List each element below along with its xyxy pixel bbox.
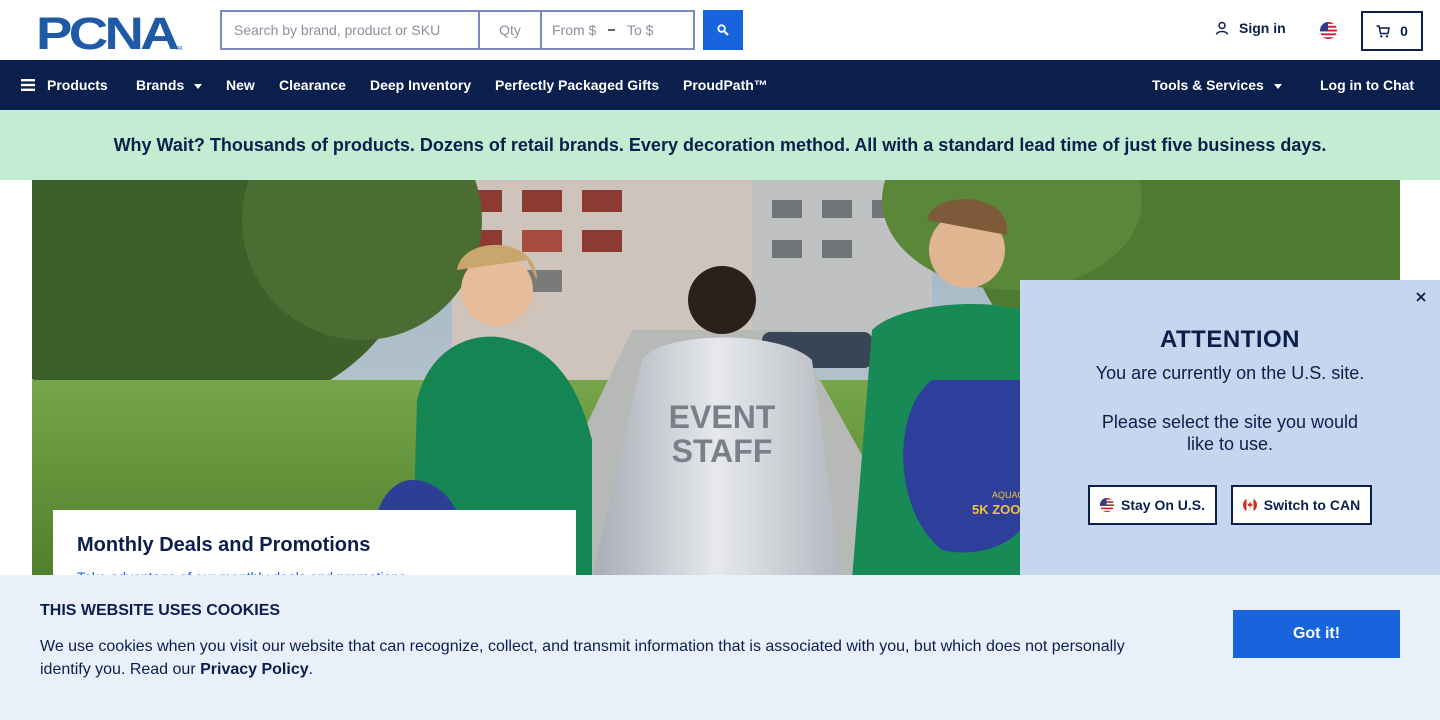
- jacket-text-1: EVENT: [669, 399, 776, 435]
- search-icon: [717, 24, 729, 36]
- nav-proudpath-label: ProudPath™: [683, 77, 768, 93]
- caret-down-icon: [194, 83, 203, 89]
- nav-tools-label: Tools & Services: [1152, 77, 1264, 93]
- promo-banner: Why Wait? Thousands of products. Dozens …: [0, 110, 1440, 180]
- nav-proudpath[interactable]: ProudPath™: [683, 60, 768, 110]
- sign-in-label: Sign in: [1239, 20, 1286, 36]
- stay-us-label: Stay On U.S.: [1120, 497, 1206, 513]
- us-flag-icon: [1099, 498, 1114, 512]
- qty-input[interactable]: [478, 10, 540, 50]
- canada-flag-icon: [1242, 498, 1257, 512]
- switch-can-label: Switch to CAN: [1263, 497, 1361, 513]
- menu-icon: [21, 79, 35, 91]
- attention-question: Please select the site you would like to…: [1101, 412, 1359, 454]
- price-from-input[interactable]: [552, 22, 608, 38]
- svg-text:TM: TM: [175, 46, 182, 52]
- attention-title: ATTENTION: [1159, 326, 1301, 353]
- logo-text: PCNA: [36, 12, 179, 52]
- site-selector-modal: ATTENTION You are currently on the U.S. …: [1020, 280, 1440, 580]
- nav-clearance-label: Clearance: [279, 77, 346, 93]
- pcna-logo[interactable]: PCNA TM: [36, 12, 184, 52]
- nav-tools-services[interactable]: Tools & Services: [1152, 60, 1282, 110]
- nav-gifts-label: Perfectly Packaged Gifts: [495, 77, 660, 93]
- nav-products[interactable]: Products: [21, 60, 108, 110]
- caret-down-icon: [1273, 83, 1282, 89]
- promo-text: Why Wait? Thousands of products. Dozens …: [113, 134, 1327, 155]
- nav-deep-inventory-label: Deep Inventory: [370, 77, 472, 93]
- price-to-input[interactable]: [627, 22, 683, 38]
- nav-perfectly-packaged-gifts[interactable]: Perfectly Packaged Gifts: [495, 60, 659, 110]
- nav-brands-label: Brands: [136, 77, 185, 93]
- close-icon: [1416, 292, 1426, 302]
- privacy-policy-link[interactable]: Privacy Policy: [200, 661, 309, 678]
- range-dash: [608, 29, 615, 31]
- search-group: [220, 10, 695, 50]
- close-button[interactable]: [1412, 288, 1430, 306]
- bag-logo-2: 5K ZOO: [972, 502, 1020, 517]
- search-input[interactable]: [220, 10, 478, 50]
- cart-icon: [1376, 24, 1390, 37]
- attention-current-site: You are currently on the U.S. site.: [1095, 363, 1365, 383]
- us-flag-icon[interactable]: [1320, 22, 1337, 39]
- cookie-text-end: .: [308, 661, 314, 678]
- nav-brands[interactable]: Brands: [136, 60, 203, 110]
- nav-deep-inventory[interactable]: Deep Inventory: [370, 60, 471, 110]
- nav-clearance[interactable]: Clearance: [279, 60, 346, 110]
- deals-title: Monthly Deals and Promotions: [77, 534, 371, 556]
- cookie-banner: THIS WEBSITE USES COOKIES We use cookies…: [0, 575, 1440, 720]
- switch-can-button[interactable]: Switch to CAN: [1231, 485, 1372, 525]
- sign-in-link[interactable]: Sign in: [1215, 20, 1286, 36]
- search-button[interactable]: [703, 10, 743, 50]
- cart-button[interactable]: 0: [1361, 11, 1423, 51]
- stay-us-button[interactable]: Stay On U.S.: [1088, 485, 1217, 525]
- nav-login-chat[interactable]: Log in to Chat: [1320, 60, 1414, 110]
- nav-new[interactable]: New: [226, 60, 255, 110]
- top-header: PCNA TM Sign in 0: [0, 0, 1440, 60]
- main-nav: Products Brands New Clearance Deep Inven…: [0, 60, 1440, 110]
- cookie-text: We use cookies when you visit our websit…: [40, 635, 1150, 681]
- user-icon: [1215, 21, 1229, 35]
- nav-products-label: Products: [47, 77, 108, 93]
- got-it-button[interactable]: Got it!: [1233, 610, 1400, 658]
- nav-new-label: New: [226, 77, 255, 93]
- price-range: [540, 10, 695, 50]
- nav-chat-label: Log in to Chat: [1320, 77, 1415, 93]
- cart-count: 0: [1400, 23, 1408, 39]
- cookie-title: THIS WEBSITE USES COOKIES: [40, 602, 281, 619]
- jacket-text-2: STAFF: [672, 433, 773, 469]
